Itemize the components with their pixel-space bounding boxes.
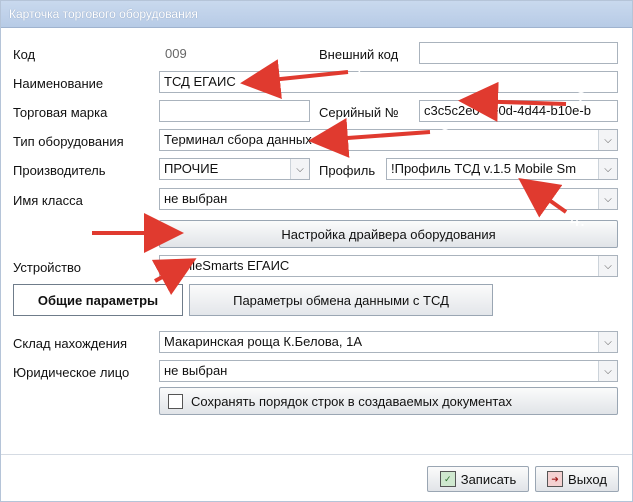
legal-entity-select[interactable]: не выбран ⌵	[159, 360, 618, 382]
legal-entity-select-value: не выбран	[164, 363, 228, 378]
type-select-value: Терминал сбора данных	[164, 132, 312, 147]
chevron-down-icon[interactable]: ⌵	[598, 130, 617, 150]
chevron-down-icon[interactable]: ⌵	[290, 159, 309, 179]
device-select-value: MobileSmarts ЕГАИС	[164, 258, 290, 273]
name-input[interactable]: ТСД ЕГАИС	[159, 71, 618, 93]
external-code-input[interactable]	[419, 42, 618, 64]
exit-icon: ➜	[547, 471, 564, 487]
save-icon: ✓	[439, 471, 456, 487]
brand-label: Торговая марка	[13, 105, 108, 120]
chevron-down-icon[interactable]: ⌵	[598, 361, 617, 381]
serial-label: Серийный №	[319, 105, 399, 120]
exit-button[interactable]: ➜ Выход	[535, 466, 619, 492]
title-bar: Карточка торгового оборудования	[1, 1, 632, 28]
exit-button-label: Выход	[568, 471, 607, 487]
tab-exchange[interactable]: Параметры обмена данными с ТСД	[189, 284, 493, 316]
chevron-down-icon[interactable]: ⌵	[598, 256, 617, 276]
brand-input[interactable]	[159, 100, 310, 122]
class-label: Имя класса	[13, 193, 83, 208]
save-button[interactable]: ✓ Записать	[427, 466, 529, 492]
chevron-down-icon[interactable]: ⌵	[598, 189, 617, 209]
name-label: Наименование	[13, 76, 104, 91]
annotation-number-1: 1.	[354, 60, 370, 80]
window-title: Карточка торгового оборудования	[9, 7, 198, 21]
warehouse-label: Склад нахождения	[13, 336, 128, 351]
class-select[interactable]: не выбран ⌵	[159, 188, 618, 210]
chevron-down-icon[interactable]: ⌵	[598, 332, 617, 352]
device-label: Устройство	[13, 260, 82, 275]
profile-select-value: !Профиль ТСД v.1.5 Mobile Sm	[391, 161, 577, 176]
keep-order-checkbox[interactable]	[168, 393, 183, 409]
profile-select[interactable]: !Профиль ТСД v.1.5 Mobile Sm ⌵	[386, 158, 618, 180]
annotation-number-6: 6.	[104, 268, 120, 288]
chevron-down-icon[interactable]: ⌵	[598, 159, 617, 179]
driver-settings-button[interactable]: Настройка драйвера оборудования	[159, 220, 618, 248]
tab-general[interactable]: Общие параметры	[13, 284, 183, 316]
equipment-card-window: Карточка торгового оборудования Код 009 …	[0, 0, 633, 502]
keep-order-label: Сохранять порядок строк в создаваемых до…	[191, 393, 512, 409]
class-select-value: не выбран	[164, 191, 228, 206]
warehouse-select[interactable]: Макаринская роща К.Белова, 1А ⌵	[159, 331, 618, 353]
manufacturer-select-value: ПРОЧИЕ	[164, 161, 219, 176]
footer-divider	[1, 454, 632, 455]
annotation-number-4: 4.	[570, 210, 586, 230]
manufacturer-select[interactable]: ПРОЧИЕ ⌵	[159, 158, 310, 180]
keep-order-toggle[interactable]: Сохранять порядок строк в создаваемых до…	[159, 387, 618, 415]
annotation-number-2: 2.	[576, 89, 592, 109]
warehouse-select-value: Макаринская роща К.Белова, 1А	[164, 334, 363, 349]
profile-label: Профиль	[319, 163, 376, 178]
code-label: Код	[13, 47, 36, 62]
save-button-label: Записать	[460, 471, 517, 487]
legal-entity-label: Юридическое лицо	[13, 365, 130, 380]
type-select[interactable]: Терминал сбора данных ⌵	[159, 129, 618, 151]
code-value: 009	[165, 46, 187, 61]
device-select[interactable]: MobileSmarts ЕГАИС ⌵	[159, 255, 618, 277]
annotation-number-3: 3.	[440, 126, 456, 146]
manufacturer-label: Производитель	[13, 163, 106, 178]
annotation-number-5: 5.	[50, 222, 66, 242]
type-label: Тип оборудования	[13, 134, 124, 149]
